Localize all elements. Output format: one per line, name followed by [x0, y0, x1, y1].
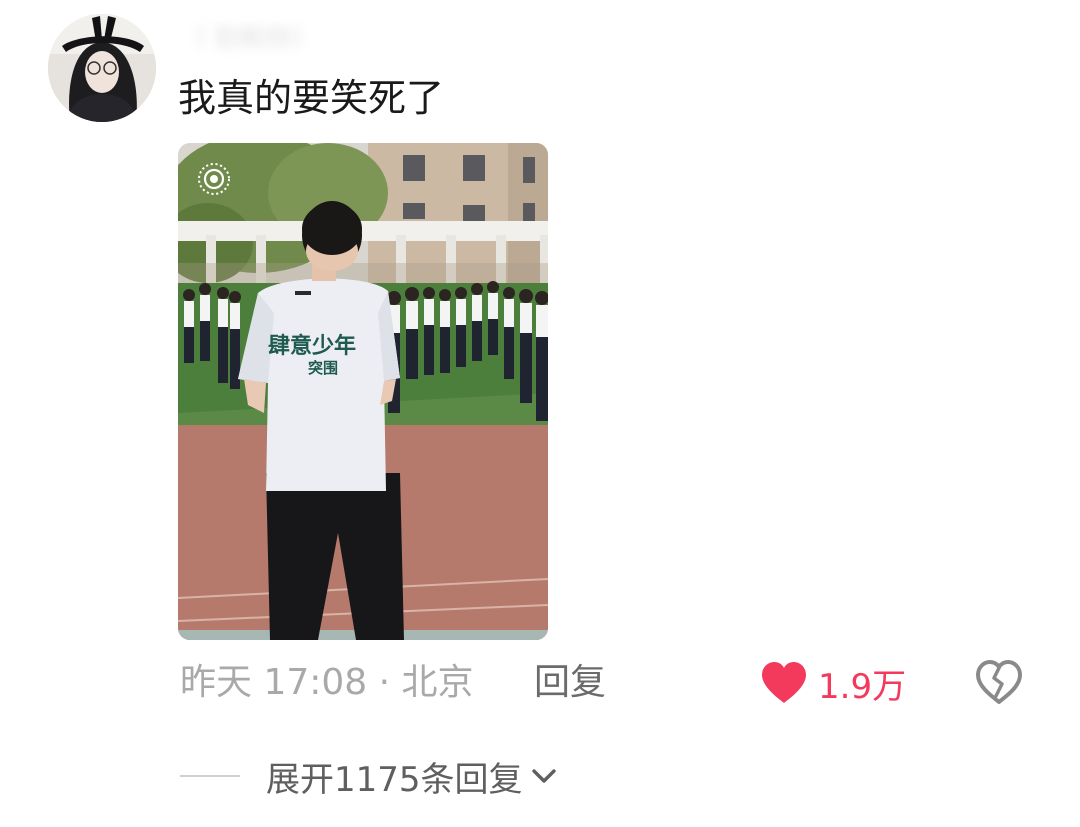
- comment-time: 昨天 17:08: [180, 662, 368, 703]
- username[interactable]: （ 别和你）: [180, 18, 318, 54]
- chevron-down-icon: [531, 769, 556, 783]
- avatar[interactable]: [48, 14, 156, 122]
- expand-divider: [180, 775, 240, 777]
- like-count: 1.9万: [818, 666, 907, 707]
- reply-button[interactable]: 回复: [534, 656, 606, 710]
- live-photo-icon: [198, 163, 230, 195]
- like-button[interactable]: 1.9万: [760, 656, 906, 710]
- comment-text: 我真的要笑死了: [178, 76, 445, 120]
- shirt-print: 肆意少年: [268, 333, 356, 359]
- heart-filled-icon: [762, 662, 806, 703]
- svg-text:突围: 突围: [308, 359, 338, 377]
- broken-heart-icon[interactable]: [974, 658, 1024, 708]
- expand-replies-button[interactable]: 展开1175条回复: [180, 750, 559, 802]
- comment-meta: 昨天 17:08 · 北京: [180, 656, 474, 710]
- meta-separator: ·: [367, 662, 402, 703]
- avatar-image: [48, 14, 156, 122]
- expand-replies-label: 展开1175条回复: [266, 759, 523, 800]
- comment-location: 北京: [401, 662, 474, 703]
- comment-photo[interactable]: 肆意少年 突围: [178, 143, 548, 640]
- photo-image: 肆意少年 突围: [178, 143, 548, 640]
